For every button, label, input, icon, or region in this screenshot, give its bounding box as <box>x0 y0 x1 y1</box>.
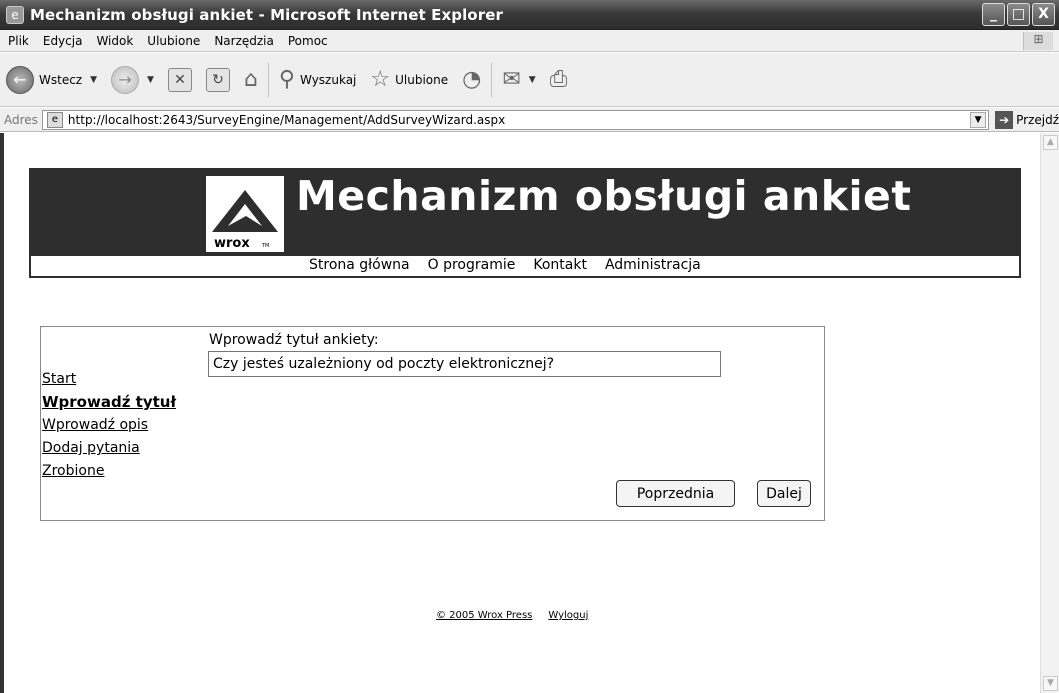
menu-item-pomoc[interactable]: Pomoc <box>288 34 328 48</box>
nav-link-contact[interactable]: Kontakt <box>533 257 587 273</box>
toolbar-separator-2 <box>491 62 493 97</box>
window-titlebar: e Mechanizm obsługi ankiet - Microsoft I… <box>0 0 1059 30</box>
address-dropdown-icon[interactable]: ▼ <box>970 111 987 128</box>
mail-dropdown-icon[interactable]: ▼ <box>529 75 536 85</box>
wizard-step-enter-description[interactable]: Wprowadź opis <box>42 414 176 437</box>
print-icon[interactable]: ⎙ <box>550 67 568 92</box>
nav-link-home[interactable]: Strona główna <box>309 257 410 273</box>
mail-icon[interactable]: ✉ <box>502 67 520 92</box>
maximize-button[interactable]: □ <box>1007 3 1030 26</box>
history-icon[interactable]: ◔ <box>462 67 481 92</box>
address-bar: Adres e http://localhost:2643/SurveyEngi… <box>0 108 1059 132</box>
address-input[interactable]: e http://localhost:2643/SurveyEngine/Man… <box>41 109 990 130</box>
nav-link-about[interactable]: O programie <box>428 257 516 273</box>
survey-title-label: Wprowadź tytuł ankiety: <box>209 332 379 348</box>
favorites-star-icon[interactable]: ☆ <box>370 67 390 92</box>
menu-item-plik[interactable]: Plik <box>8 34 29 48</box>
scroll-up-icon[interactable]: ▲ <box>1043 135 1058 150</box>
site-nav: Strona główna O programie Kontakt Admini… <box>29 256 1021 278</box>
windows-logo-icon: ⊞ <box>1023 32 1053 50</box>
stop-icon[interactable]: ✕ <box>167 67 192 92</box>
wizard-step-enter-title[interactable]: Wprowadź tytuł <box>42 391 176 414</box>
back-dropdown-icon[interactable]: ▼ <box>90 75 97 85</box>
menu-item-ulubione[interactable]: Ulubione <box>147 34 200 48</box>
forward-icon[interactable]: → <box>111 65 140 94</box>
logout-link[interactable]: Wyloguj <box>548 610 588 621</box>
site-title: Mechanizm obsługi ankiet <box>296 172 912 220</box>
back-icon[interactable]: ← <box>6 65 34 94</box>
page-icon: e <box>46 111 63 128</box>
wrox-logo: wrox TM <box>206 176 284 252</box>
search-button-label[interactable]: Wyszukaj <box>300 73 356 87</box>
search-icon[interactable]: ⚲ <box>279 67 295 92</box>
copyright-link[interactable]: © 2005 Wrox Press <box>436 610 532 621</box>
toolbar-separator <box>267 62 269 97</box>
go-button[interactable]: ➔ Przejdź <box>995 110 1059 129</box>
toolbar: ← Wstecz ▼ → ▼ ✕ ↻ ⌂ ⚲ Wyszukaj ☆ Ulubio… <box>0 53 1059 107</box>
window-title: Mechanizm obsługi ankiet - Microsoft Int… <box>30 5 503 24</box>
go-button-label[interactable]: Przejdź <box>1016 113 1059 127</box>
wizard-step-add-questions[interactable]: Dodaj pytania <box>42 437 176 460</box>
menu-item-edycja[interactable]: Edycja <box>43 34 83 48</box>
menu-bar: Plik Edycja Widok Ulubione Narzędzia Pom… <box>0 30 1059 52</box>
logo-wordmark: wrox <box>214 236 250 251</box>
refresh-icon[interactable]: ↻ <box>205 67 230 92</box>
address-url[interactable]: http://localhost:2643/SurveyEngine/Manag… <box>68 113 505 127</box>
close-button[interactable]: X <box>1032 3 1055 26</box>
address-label: Adres <box>4 112 38 127</box>
forward-dropdown-icon[interactable]: ▼ <box>147 75 154 85</box>
page-footer: © 2005 Wrox Press Wyloguj <box>436 610 604 621</box>
back-button-label[interactable]: Wstecz <box>39 73 82 87</box>
wizard-step-done[interactable]: Zrobione <box>42 460 176 483</box>
previous-button[interactable]: Poprzednia <box>616 480 735 507</box>
window-controls: _ □ X <box>982 3 1055 26</box>
wizard-steps: Start Wprowadź tytuł Wprowadź opis Dodaj… <box>42 368 176 483</box>
next-button[interactable]: Dalej <box>757 480 811 507</box>
wizard-step-start[interactable]: Start <box>42 368 176 391</box>
favorites-button-label[interactable]: Ulubione <box>395 73 448 87</box>
nav-link-admin[interactable]: Administracja <box>605 257 701 273</box>
logo-trademark: TM <box>261 243 269 249</box>
ie-icon: e <box>6 5 24 24</box>
menu-item-narzedzia[interactable]: Narzędzia <box>214 34 274 48</box>
vertical-scrollbar[interactable]: ▲ ▼ <box>1040 133 1059 693</box>
survey-title-input[interactable] <box>208 351 721 377</box>
home-icon[interactable]: ⌂ <box>244 67 258 92</box>
go-arrow-icon[interactable]: ➔ <box>995 110 1014 129</box>
minimize-button[interactable]: _ <box>982 3 1005 26</box>
menu-item-widok[interactable]: Widok <box>96 34 133 48</box>
window-left-border <box>0 133 12 693</box>
scroll-down-icon[interactable]: ▼ <box>1043 676 1058 691</box>
